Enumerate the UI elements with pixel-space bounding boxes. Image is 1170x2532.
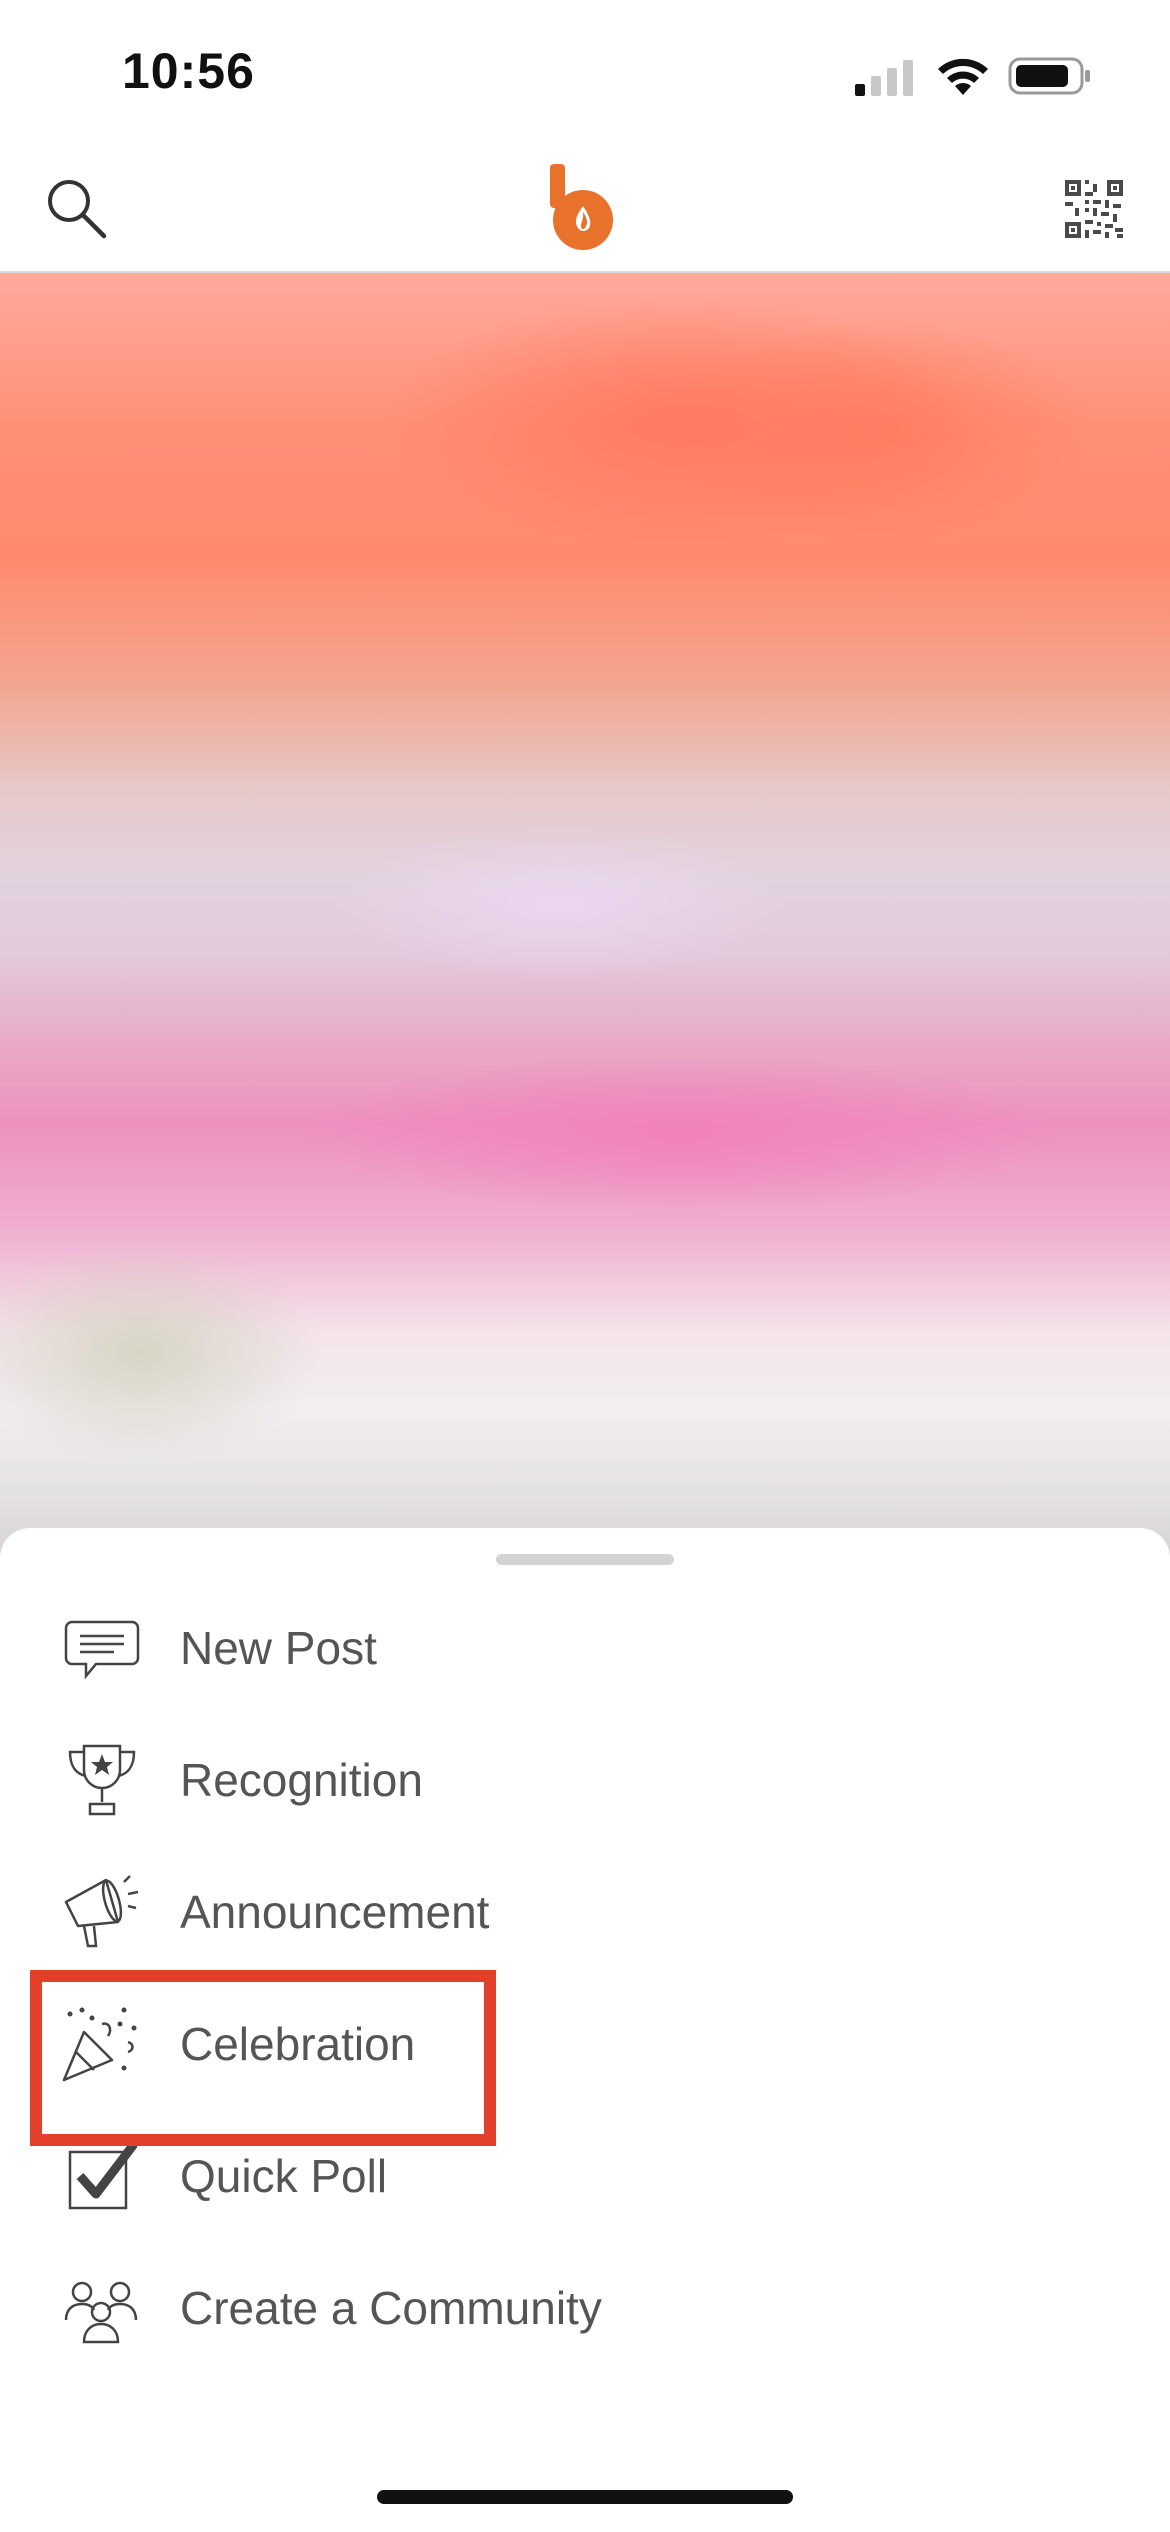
home-indicator[interactable] [377,2490,793,2504]
menu-item-announcement[interactable]: Announcement [0,1846,1170,1978]
app-header [0,150,1170,273]
celebration-highlight-box [30,1970,496,2146]
blurred-feed-background [0,273,1170,1563]
battery-icon [1008,57,1090,95]
sheet-grabber[interactable] [496,1554,674,1565]
menu-item-label: New Post [180,1622,377,1674]
menu-item-new-post[interactable]: New Post [0,1582,1170,1714]
megaphone-icon [64,1875,139,1948]
menu-item-label: Recognition [180,1754,423,1806]
status-bar: 10:56 [0,0,1170,150]
wifi-icon [938,58,988,95]
people-group-icon [64,2281,138,2344]
speech-bubble-icon [64,1620,140,1680]
checkbox-icon [68,2141,138,2210]
status-time: 10:56 [122,43,255,99]
trophy-icon [68,1744,136,1816]
menu-item-recognition[interactable]: Recognition [0,1714,1170,1846]
menu-item-label: Announcement [180,1886,490,1938]
menu-item-label: Create a Community [180,2282,602,2334]
qr-code-icon[interactable] [1065,180,1123,238]
search-icon[interactable] [44,176,108,240]
bonusly-logo-icon [550,164,613,250]
menu-item-label: Quick Poll [180,2150,388,2202]
cellular-signal-icon [855,60,913,96]
menu-item-create-community[interactable]: Create a Community [0,2242,1170,2374]
